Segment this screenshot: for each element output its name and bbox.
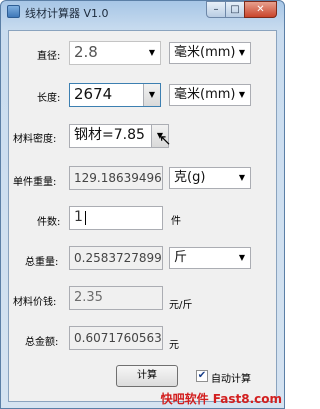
total-amount-unit: 元 <box>169 340 179 351</box>
calculate-button[interactable]: 计算 <box>116 365 178 387</box>
window-title: 线材计算器 V1.0 <box>25 7 109 20</box>
count-label: 件数: <box>37 217 61 228</box>
unit-weight-unit-value: 克(g) <box>174 170 206 185</box>
unit-weight-output: 129.18639496 <box>69 166 163 190</box>
price-unit: 元/斤 <box>169 300 193 311</box>
density-value: 钢材=7.85 <box>74 127 145 143</box>
unit-weight-label: 单件重量: <box>13 177 57 188</box>
chevron-down-icon[interactable]: ▼ <box>234 248 250 268</box>
close-icon[interactable]: ✕ <box>244 1 277 18</box>
unit-weight-unit-select[interactable]: 克(g) ▼ <box>169 167 251 189</box>
app-icon <box>7 5 20 18</box>
length-label: 长度: <box>37 93 61 104</box>
mouse-pointer-icon: ↖ <box>159 131 172 149</box>
chevron-down-icon[interactable]: ▼ <box>234 168 250 188</box>
window-controls: – □ ✕ <box>206 1 277 19</box>
watermark-text: 快吧软件 Fast8.com <box>160 392 282 406</box>
diameter-unit-select[interactable]: 毫米(mm) ▼ <box>169 42 251 64</box>
chevron-down-icon[interactable]: ▼ <box>234 85 250 105</box>
form-panel: 直径: 2.8 ▼ 毫米(mm) ▼ 长度: 2674 ▼ 毫米(mm) ▼ 材… <box>8 30 277 402</box>
total-weight-unit-select[interactable]: 斤 ▼ <box>169 247 251 269</box>
length-combo[interactable]: 2674 ▼ <box>69 83 161 107</box>
minimize-icon[interactable]: – <box>206 1 226 18</box>
length-value: 2674 <box>74 85 113 103</box>
auto-calc-checkbox[interactable]: ✔ <box>196 370 208 382</box>
text-caret <box>85 211 86 225</box>
total-weight-unit-value: 斤 <box>174 250 188 265</box>
chevron-down-icon[interactable]: ▼ <box>234 43 250 63</box>
diameter-label: 直径: <box>37 51 61 62</box>
length-unit-value: 毫米(mm) <box>174 87 236 102</box>
count-value: 1 <box>74 209 83 225</box>
length-unit-select[interactable]: 毫米(mm) ▼ <box>169 84 251 106</box>
diameter-value: 2.8 <box>74 43 98 61</box>
chevron-down-icon[interactable]: ▼ <box>144 42 160 64</box>
title-bar[interactable]: 线材计算器 V1.0 – □ ✕ <box>1 1 284 23</box>
price-label: 材料价钱: <box>13 297 57 308</box>
density-label: 材料密度: <box>13 134 57 145</box>
price-input[interactable]: 2.35 <box>69 286 163 310</box>
count-unit: 件 <box>171 216 181 227</box>
total-amount-output: 0.60717605631 <box>69 326 163 350</box>
total-weight-label: 总重量: <box>25 257 59 268</box>
total-weight-output: 0.25837278992 <box>69 246 163 270</box>
auto-calc-label[interactable]: 自动计算 <box>211 370 251 385</box>
chevron-down-icon[interactable]: ▼ <box>143 84 160 106</box>
diameter-unit-value: 毫米(mm) <box>174 45 236 60</box>
count-input[interactable]: 1 <box>69 206 163 230</box>
total-amount-label: 总金额: <box>25 337 59 348</box>
maximize-icon[interactable]: □ <box>225 1 245 18</box>
diameter-combo[interactable]: 2.8 ▼ <box>69 41 161 65</box>
density-combo[interactable]: 钢材=7.85 ▼ <box>69 124 169 148</box>
app-window: 线材计算器 V1.0 – □ ✕ 直径: 2.8 ▼ 毫米(mm) ▼ 长度: … <box>0 0 285 409</box>
